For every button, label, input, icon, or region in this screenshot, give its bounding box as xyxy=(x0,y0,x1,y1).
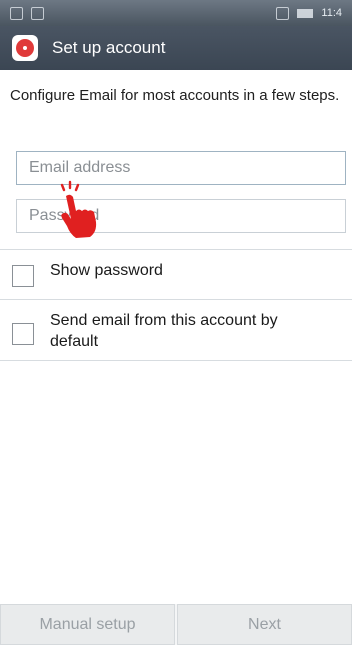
bottom-button-bar: Manual setup Next xyxy=(0,604,352,645)
divider xyxy=(0,360,352,361)
send-default-label: Send email from this account by default xyxy=(50,312,278,350)
show-password-row[interactable]: Show password xyxy=(0,261,352,287)
show-password-checkbox[interactable] xyxy=(12,265,34,287)
hand-pointer-icon xyxy=(60,180,97,238)
email-app-icon[interactable] xyxy=(12,35,38,61)
status-left-icons xyxy=(10,6,44,20)
divider xyxy=(0,299,352,300)
mail-notification-icon xyxy=(31,6,44,20)
battery-icon xyxy=(297,8,314,18)
status-bar: 11:4 xyxy=(0,0,352,26)
status-time: 11:4 xyxy=(321,7,342,19)
setup-description: Configure Email for most accounts in a f… xyxy=(10,87,340,104)
send-default-row[interactable]: Send email from this account by default xyxy=(0,311,352,353)
email-app-icon-inner xyxy=(16,39,34,57)
notification-icon xyxy=(10,6,23,20)
email-input[interactable] xyxy=(27,158,345,178)
manual-setup-button[interactable]: Manual setup xyxy=(0,604,175,645)
divider xyxy=(0,249,352,250)
status-right-icons: 11:4 xyxy=(276,6,342,20)
send-default-checkbox[interactable] xyxy=(12,323,34,345)
signal-icon xyxy=(276,6,290,20)
next-button[interactable]: Next xyxy=(177,604,352,645)
page-title: Set up account xyxy=(52,38,166,57)
action-bar: Set up account xyxy=(0,26,352,70)
show-password-label: Show password xyxy=(50,262,163,279)
